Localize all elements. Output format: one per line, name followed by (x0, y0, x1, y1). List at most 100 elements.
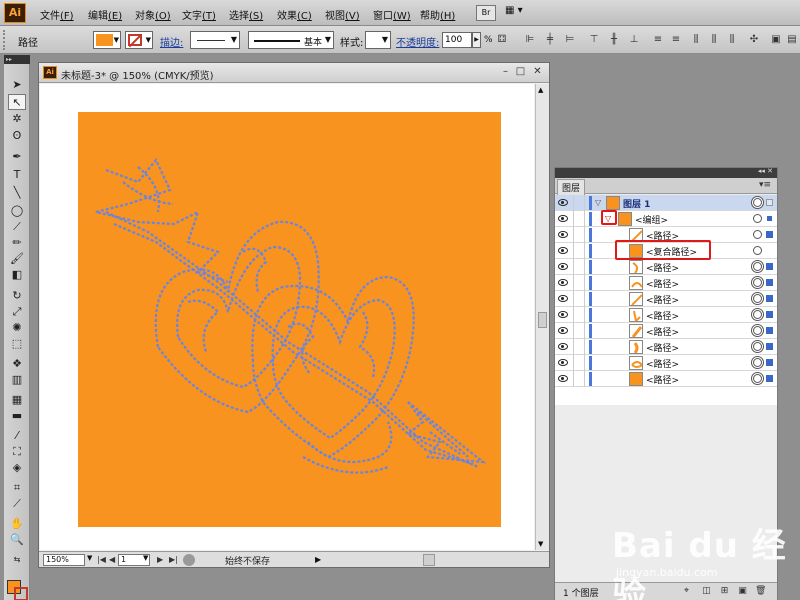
lock-toggle[interactable] (573, 275, 585, 291)
zoom-tool-icon[interactable]: 🔍 (8, 532, 26, 548)
zoom-level-select[interactable]: 150% (43, 554, 85, 566)
bridge-button[interactable]: Br (476, 5, 496, 21)
tab-layers[interactable]: 图层 (557, 179, 586, 195)
close-icon[interactable]: ✕ (531, 66, 544, 79)
heart-arrow-artwork[interactable] (78, 112, 501, 527)
opacity-dropdown-button[interactable]: ▶ (472, 32, 481, 48)
target-circle-icon[interactable] (753, 310, 762, 319)
fill-color-picker[interactable]: ▼ (93, 31, 121, 49)
target-circle-icon[interactable] (753, 246, 762, 255)
line-tool-icon[interactable]: ╲ (8, 185, 26, 201)
selection-indicator[interactable] (766, 279, 773, 286)
stroke-panel-link[interactable]: 描边: (160, 34, 183, 49)
scale-tool-icon[interactable]: ⤢ (8, 304, 26, 320)
target-circle-icon[interactable] (753, 326, 762, 335)
lock-toggle[interactable] (573, 339, 585, 355)
align-right-icon[interactable]: ⊨ (564, 33, 576, 47)
first-artboard-icon[interactable]: |◀ (97, 555, 106, 564)
warp-tool-icon[interactable]: ✺ (8, 320, 26, 336)
mesh-tool-icon[interactable]: ▦ (8, 392, 26, 408)
stroke-weight-select[interactable]: ▼ (190, 31, 240, 49)
lock-toggle[interactable] (573, 259, 585, 275)
status-text[interactable]: 始终不保存 (225, 554, 270, 567)
artboard-tool-icon[interactable]: ⌗ (8, 480, 26, 496)
lasso-tool-icon[interactable]: ʘ (8, 128, 26, 144)
swap-colors-icon[interactable]: ⇆ (8, 552, 26, 568)
visibility-eye-icon[interactable] (558, 311, 568, 318)
group-select-icon[interactable]: ▣ (770, 33, 782, 47)
layer-row-path[interactable]: <路径> (555, 275, 777, 291)
eyedropper-tool-icon[interactable]: ⁄ (8, 428, 26, 444)
selection-indicator[interactable] (766, 311, 773, 318)
visibility-eye-icon[interactable] (558, 199, 568, 206)
selection-indicator[interactable] (766, 263, 773, 270)
distribute-center-icon[interactable]: ⫼ (708, 33, 720, 47)
pen-tool-icon[interactable]: ✒ (8, 149, 26, 165)
toolbox-collapse-icon[interactable]: ▸▸ (4, 55, 30, 64)
align-middle-icon[interactable]: ╫ (608, 33, 620, 47)
lock-toggle[interactable] (573, 323, 585, 339)
panel-menu-icon[interactable]: ▤ (786, 33, 798, 47)
selection-indicator[interactable] (766, 199, 773, 206)
slice-tool-icon[interactable]: ⟋ (8, 496, 26, 512)
distribute-left-icon[interactable]: ⫼ (690, 33, 702, 47)
lock-toggle[interactable] (573, 355, 585, 371)
opacity-panel-link[interactable]: 不透明度: (396, 34, 439, 49)
align-top-icon[interactable]: ⊤ (588, 33, 600, 47)
document-canvas[interactable] (40, 84, 534, 550)
live-paint-tool-icon[interactable]: ⛶ (8, 444, 26, 460)
column-graph-tool-icon[interactable]: ▥ (8, 372, 26, 388)
distribute-middle-icon[interactable]: ≡ (670, 33, 682, 47)
align-bottom-icon[interactable]: ⊥ (628, 33, 640, 47)
visibility-eye-icon[interactable] (558, 215, 568, 222)
visibility-eye-icon[interactable] (558, 247, 568, 254)
collapse-icon[interactable]: ◂◂ ✕ (758, 167, 773, 175)
visibility-eye-icon[interactable] (558, 343, 568, 350)
visibility-eye-icon[interactable] (558, 375, 568, 382)
panel-header-bar[interactable]: ◂◂ ✕ (555, 167, 777, 178)
visibility-eye-icon[interactable] (558, 279, 568, 286)
layer-row-layer-1[interactable]: ▽ 图层 1 (555, 195, 777, 211)
selection-indicator[interactable] (766, 343, 773, 350)
maximize-icon[interactable]: □ (514, 66, 527, 79)
hand-tool-icon[interactable]: ✋ (8, 516, 26, 532)
lock-toggle[interactable] (573, 227, 585, 243)
panel-menu-icon[interactable]: ▾≡ (759, 180, 771, 190)
transform-reference-icon[interactable]: ⚃ (496, 33, 508, 47)
target-circle-icon[interactable] (753, 358, 762, 367)
minimize-icon[interactable]: – (499, 66, 512, 79)
scroll-up-icon[interactable]: ▲ (538, 86, 543, 94)
selection-indicator[interactable] (766, 359, 773, 366)
isolate-group-icon[interactable]: ✣ (748, 33, 760, 47)
scroll-thumb[interactable] (538, 312, 547, 328)
menu-file[interactable]: 文件(F) (40, 7, 74, 22)
opacity-input[interactable] (442, 32, 472, 48)
selection-indicator[interactable] (766, 295, 773, 302)
selection-tool-icon[interactable]: ➤ (8, 77, 26, 93)
direct-selection-tool-icon[interactable]: ↖ (8, 94, 26, 110)
target-circle-icon[interactable] (753, 214, 762, 223)
chevron-down-icon[interactable]: ▼ (87, 554, 92, 562)
target-circle-icon[interactable] (753, 374, 762, 383)
workspace-switcher[interactable]: ▦ ▾ (505, 5, 531, 21)
pencil-tool-icon[interactable]: ✏ (8, 235, 26, 251)
last-artboard-icon[interactable]: ▶| (169, 555, 178, 564)
scroll-down-icon[interactable]: ▼ (538, 540, 543, 548)
visibility-eye-icon[interactable] (558, 359, 568, 366)
previous-artboard-icon[interactable]: ◀ (109, 555, 115, 564)
stroke-color-picker[interactable]: ▼ (125, 31, 153, 49)
menu-select[interactable]: 选择(S) (229, 7, 263, 22)
document-title-bar[interactable]: Ai 未标题-3* @ 150% (CMYK/预览) – □ ✕ (39, 63, 549, 83)
magic-wand-tool-icon[interactable]: ✲ (8, 111, 26, 127)
ellipse-tool-icon[interactable]: ◯ (8, 203, 26, 219)
grip-handle[interactable] (3, 30, 7, 50)
layer-row-path[interactable]: <路径> (555, 355, 777, 371)
menu-edit[interactable]: 编辑(E) (88, 7, 122, 22)
selection-indicator[interactable] (767, 216, 772, 221)
target-circle-icon[interactable] (753, 342, 762, 351)
blob-brush-tool-icon[interactable]: 🖌 (8, 251, 26, 267)
menu-view[interactable]: 视图(V) (325, 7, 360, 22)
style-select[interactable]: ▼ (365, 31, 391, 49)
expand-triangle-icon[interactable]: ▽ (595, 198, 601, 207)
lock-toggle[interactable] (573, 291, 585, 307)
